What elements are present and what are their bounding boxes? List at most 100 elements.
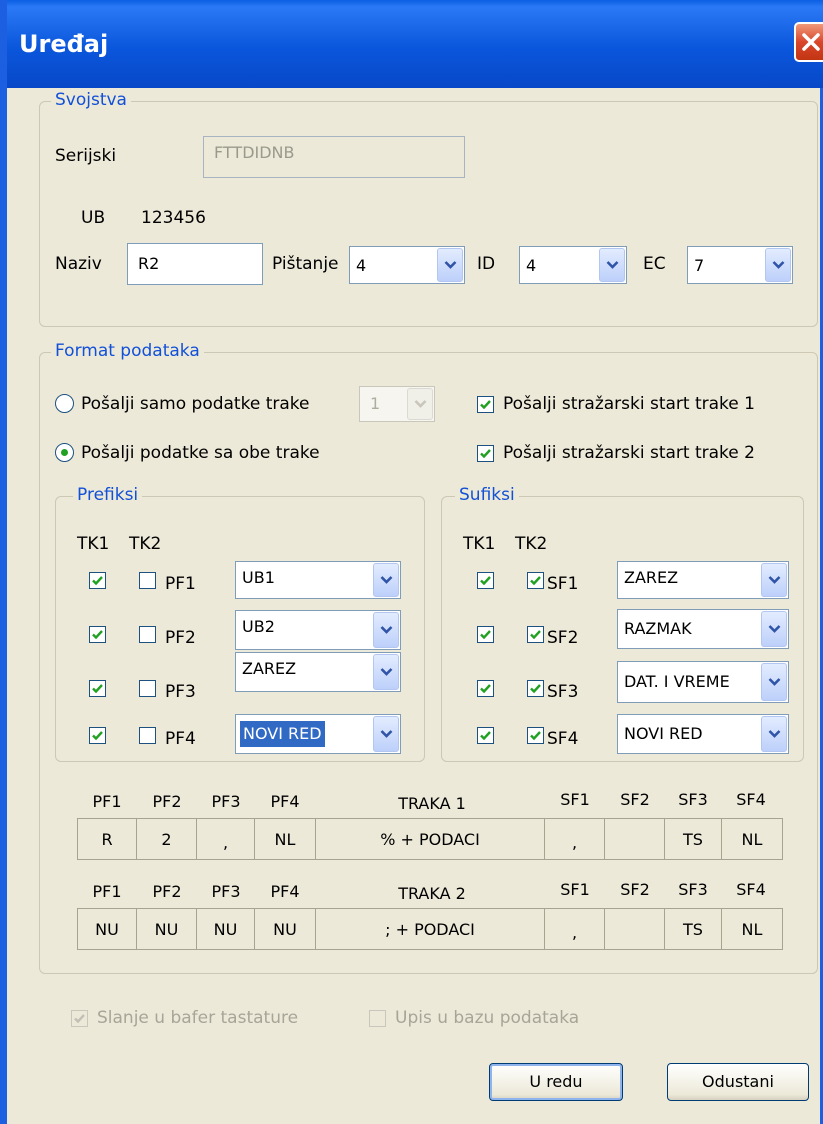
pf1-label: PF1 (165, 574, 196, 594)
ec-dropdown-button[interactable] (765, 248, 791, 282)
preview1-header-pf2: PF2 (152, 792, 182, 811)
pistanje-dropdown-button[interactable] (437, 248, 463, 282)
close-icon (802, 33, 820, 51)
sf3-tk2-checkbox[interactable] (527, 680, 544, 697)
ec-value: 7 (694, 256, 705, 275)
pf1-select[interactable]: UB1 (235, 561, 401, 599)
pf2-tk1-checkbox[interactable] (89, 626, 106, 643)
pf4-dropdown-button[interactable] (373, 716, 399, 752)
pistanje-label: Pištanje (272, 254, 339, 274)
radio-both-tracks[interactable] (55, 443, 74, 462)
pf2-label: PF2 (165, 628, 196, 648)
close-button[interactable] (794, 22, 823, 62)
title-bar[interactable]: Uređaj (7, 0, 823, 88)
ok-button[interactable]: U redu (489, 1063, 623, 1101)
checkmark-icon (74, 1014, 85, 1024)
preview2-header-sf4: SF4 (736, 880, 766, 899)
pf3-select[interactable]: ZAREZ (235, 652, 401, 692)
radio-both-tracks-label[interactable]: Pošalji podatke sa obe trake (81, 443, 320, 463)
pf2-tk2-checkbox[interactable] (139, 626, 156, 643)
start-track1-label[interactable]: Pošalji stražarski start trake 1 (503, 394, 755, 414)
sf4-tk2-checkbox[interactable] (527, 727, 544, 744)
sf4-label: SF4 (547, 729, 579, 749)
preview1-cell-sf3: TS (664, 818, 722, 860)
pf1-tk2-checkbox[interactable] (139, 572, 156, 589)
sf1-value: ZAREZ (624, 568, 679, 587)
pistanje-select[interactable]: 4 (349, 246, 465, 284)
chevron-down-icon (444, 261, 457, 269)
track-select: 1 (359, 386, 435, 422)
sf1-select[interactable]: ZAREZ (617, 561, 789, 599)
sf2-tk1-checkbox[interactable] (477, 626, 494, 643)
id-dropdown-button[interactable] (599, 248, 625, 282)
checkmark-icon (92, 576, 103, 586)
chevron-down-icon (768, 678, 781, 686)
cancel-button[interactable]: Odustani (667, 1063, 809, 1101)
pf4-tk2-checkbox[interactable] (139, 727, 156, 744)
start-track2-checkbox[interactable] (477, 445, 494, 462)
checkmark-icon (530, 630, 541, 640)
chevron-down-icon (768, 730, 781, 738)
preview2-cell-sf4: NL (721, 908, 783, 950)
checkmark-icon (530, 731, 541, 741)
sf3-dropdown-button[interactable] (761, 663, 787, 701)
preview1-header-pf1: PF1 (92, 792, 122, 811)
ub-label: UB (81, 208, 106, 228)
sf1-tk1-checkbox[interactable] (477, 572, 494, 589)
pf3-label: PF3 (165, 682, 196, 702)
sf1-dropdown-button[interactable] (761, 563, 787, 597)
dialog-window: Uređaj Svojstva Serijski FTTDIDNB UB 123… (0, 0, 823, 1124)
id-select[interactable]: 4 (519, 246, 627, 284)
pf2-dropdown-button[interactable] (373, 612, 399, 648)
sufiksi-group-label: Sufiksi (455, 485, 519, 505)
start-track1-checkbox[interactable] (477, 396, 494, 413)
start-track2-label[interactable]: Pošalji stražarski start trake 2 (503, 443, 755, 463)
track-dropdown-button (407, 388, 433, 420)
preview2-cell-sf2 (604, 908, 665, 950)
checkmark-icon (92, 684, 103, 694)
sufiksi-tk2-header: TK2 (515, 534, 548, 554)
preview2-cell-pf2: NU (136, 908, 197, 950)
upis-label: Upis u bazu podataka (395, 1008, 580, 1028)
sf2-tk2-checkbox[interactable] (527, 626, 544, 643)
sf4-tk1-checkbox[interactable] (477, 727, 494, 744)
naziv-label: Naziv (55, 254, 102, 274)
pf2-select[interactable]: UB2 (235, 610, 401, 650)
sf4-select[interactable]: NOVI RED (617, 714, 789, 754)
pf1-dropdown-button[interactable] (373, 563, 399, 597)
pf3-dropdown-button[interactable] (373, 654, 399, 690)
ec-label: EC (643, 254, 666, 274)
window-title: Uređaj (19, 30, 109, 58)
pf3-tk1-checkbox[interactable] (89, 680, 106, 697)
chevron-down-icon (772, 261, 785, 269)
checkmark-icon (480, 684, 491, 694)
sf3-select[interactable]: DAT. I VREME (617, 661, 789, 703)
sf4-dropdown-button[interactable] (761, 716, 787, 752)
sf2-select[interactable]: RAZMAK (617, 609, 789, 649)
ec-select[interactable]: 7 (687, 246, 793, 284)
sf1-tk2-checkbox[interactable] (527, 572, 544, 589)
preview1-cell-pf2: 2 (136, 818, 197, 860)
svojstva-group-label: Svojstva (51, 90, 131, 110)
pf4-tk1-checkbox[interactable] (89, 727, 106, 744)
radio-one-track[interactable] (55, 394, 74, 413)
pf1-tk1-checkbox[interactable] (89, 572, 106, 589)
checkmark-icon (480, 630, 491, 640)
preview2-header-sf2: SF2 (620, 880, 650, 899)
id-label: ID (477, 254, 496, 274)
radio-one-track-label[interactable]: Pošalji samo podatke trake (81, 394, 309, 414)
preview2-cell-pf4: NU (254, 908, 316, 950)
naziv-input[interactable]: R2 (127, 243, 263, 285)
sf3-tk1-checkbox[interactable] (477, 680, 494, 697)
preview2-header-pf1: PF1 (92, 882, 122, 901)
slanje-checkbox (71, 1010, 88, 1027)
sf2-dropdown-button[interactable] (761, 611, 787, 647)
pf4-select[interactable]: NOVI RED (235, 714, 401, 754)
chevron-down-icon (606, 261, 619, 269)
preview1-cell-pf4: NL (254, 818, 316, 860)
checkmark-icon (480, 400, 491, 410)
pf4-value: NOVI RED (240, 721, 325, 747)
format-group-label: Format podataka (51, 341, 204, 361)
chevron-down-icon (380, 626, 393, 634)
pf3-tk2-checkbox[interactable] (139, 680, 156, 697)
